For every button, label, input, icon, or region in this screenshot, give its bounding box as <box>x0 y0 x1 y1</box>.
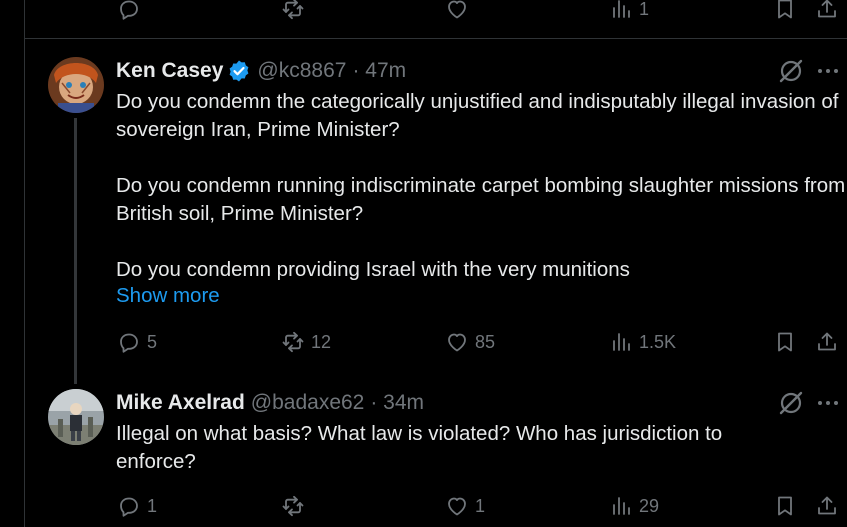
repost-button[interactable]: 12 <box>281 330 331 354</box>
views-count: 1.5K <box>639 331 677 352</box>
reply-icon <box>120 0 138 20</box>
share-icon <box>818 0 836 18</box>
bookmark-icon <box>778 0 792 19</box>
like-button[interactable]: 85 <box>445 330 495 354</box>
avatar-image <box>48 57 104 113</box>
bookmark-button[interactable] <box>773 0 797 21</box>
tweet-paragraph: Do you condemn running indiscriminate ca… <box>116 174 846 225</box>
repost-icon <box>282 331 304 353</box>
show-more-link[interactable]: Show more <box>116 284 220 308</box>
bookmark-icon <box>778 496 792 516</box>
reply-icon <box>120 333 138 353</box>
avatar[interactable] <box>48 389 104 445</box>
share-button[interactable] <box>815 494 839 518</box>
tweet-actions: 5 12 85 1.5K <box>25 327 847 357</box>
views-button[interactable]: 1 <box>609 0 649 21</box>
tweet-text: Do you condemn the categorically unjusti… <box>116 88 846 284</box>
like-icon <box>448 333 466 352</box>
timestamp[interactable]: · 34m <box>370 391 424 415</box>
display-name[interactable]: Mike Axelrad <box>116 391 245 415</box>
tweet-paragraph: Illegal on what basis? What law is viola… <box>116 422 723 473</box>
tweet-text: Illegal on what basis? What law is viola… <box>116 420 776 476</box>
repost-count: 12 <box>311 331 332 352</box>
share-icon <box>818 496 836 515</box>
views-icon <box>613 0 630 18</box>
repost-button[interactable] <box>281 0 311 21</box>
views-count: 29 <box>639 495 660 516</box>
bookmark-button[interactable] <box>773 330 797 354</box>
tweet-paragraph: Do you condemn the categorically unjusti… <box>116 90 839 141</box>
views-button[interactable]: 29 <box>609 494 659 518</box>
tweet[interactable]: Mike Axelrad @badaxe62 · 34m Illegal on … <box>25 384 847 527</box>
views-count: 1 <box>639 0 650 19</box>
reply-icon <box>120 497 138 517</box>
reply-count: 1 <box>147 495 158 516</box>
views-button[interactable]: 1.5K <box>609 330 676 354</box>
like-icon <box>448 497 466 516</box>
like-count: 85 <box>475 331 496 352</box>
share-button[interactable] <box>815 0 839 21</box>
reply-button[interactable] <box>117 0 147 21</box>
share-icon <box>818 332 836 351</box>
views-icon <box>613 333 630 351</box>
display-name[interactable]: Ken Casey <box>116 59 223 83</box>
tweet-header: Ken Casey @kc8867 · 47m <box>116 57 406 85</box>
like-icon <box>448 0 466 19</box>
grok-icon[interactable] <box>778 390 804 416</box>
repost-button[interactable] <box>281 494 311 518</box>
tweet-header: Mike Axelrad @badaxe62 · 34m <box>116 389 424 417</box>
bookmark-button[interactable] <box>773 494 797 518</box>
more-icon[interactable] <box>816 59 840 83</box>
like-count: 1 <box>475 495 486 516</box>
like-button[interactable] <box>445 0 475 21</box>
reply-count: 5 <box>147 331 158 352</box>
share-button[interactable] <box>815 330 839 354</box>
more-icon[interactable] <box>816 391 840 415</box>
verified-badge-icon[interactable] <box>227 59 251 83</box>
grok-icon[interactable] <box>778 58 804 84</box>
avatar-image <box>48 389 104 445</box>
views-icon <box>613 497 630 515</box>
tweet-paragraph: Do you condemn providing Israel with the… <box>116 258 630 281</box>
handle[interactable]: @badaxe62 <box>251 391 365 415</box>
avatar[interactable] <box>48 57 104 113</box>
like-button[interactable]: 1 <box>445 494 485 518</box>
tweet[interactable]: Ken Casey @kc8867 · 47m Do you condemn t… <box>25 38 847 384</box>
reply-button[interactable]: 1 <box>117 494 157 518</box>
tweet-actions: 1 1 29 <box>25 491 847 521</box>
repost-icon <box>282 495 304 517</box>
reply-button[interactable]: 5 <box>117 330 157 354</box>
repost-icon <box>282 0 304 20</box>
left-sidebar-edge <box>0 0 25 527</box>
handle[interactable]: @kc8867 <box>257 59 346 83</box>
timestamp[interactable]: · 47m <box>352 59 406 83</box>
bookmark-icon <box>778 332 792 352</box>
timeline: 1 Ken Casey @kc8867 · 47m Do you condemn… <box>25 0 847 527</box>
previous-tweet-actions: 1 <box>25 0 847 24</box>
